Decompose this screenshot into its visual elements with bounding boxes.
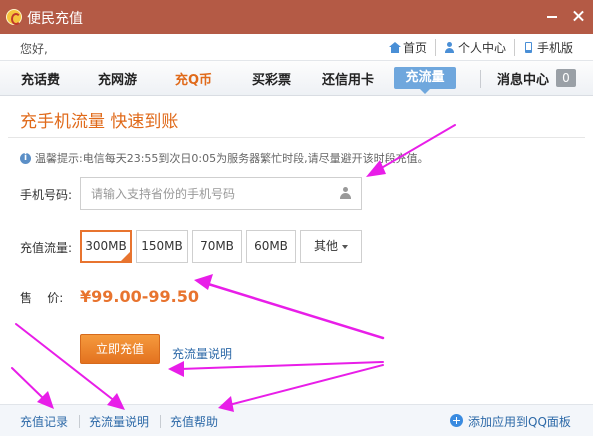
mobile-version-link[interactable]: 手机版 — [513, 38, 581, 56]
other-option-label: 其他 — [313, 239, 338, 253]
tab-online-games[interactable]: 充网游 — [98, 69, 137, 88]
contact-icon[interactable] — [339, 187, 352, 200]
price-value: ¥99.00-99.50 — [80, 287, 199, 306]
arrow-to-pay-button — [168, 361, 384, 377]
data-option-60mb[interactable]: 60MB — [246, 230, 296, 263]
user-icon — [444, 41, 455, 53]
price-label: 售 价: — [20, 291, 64, 305]
footer-bar: 充值记录 充流量说明 充值帮助 添加应用到QQ面板 — [0, 404, 593, 436]
phone-number-label: 手机号码: — [20, 188, 73, 202]
data-option-300mb[interactable]: 300MB — [80, 230, 132, 263]
add-to-qq-panel-link[interactable]: 添加应用到QQ面板 — [468, 413, 571, 430]
phone-icon — [523, 41, 534, 53]
notice-tip: i 温馨提示:电信每天23:55到次日0:05为服务器繁忙时段,请尽量避开该时段… — [20, 150, 429, 166]
user-center-link[interactable]: 个人中心 — [434, 38, 514, 56]
tab-credit-card[interactable]: 还信用卡 — [322, 69, 374, 88]
close-button[interactable] — [571, 9, 585, 23]
footer-divider — [160, 415, 161, 428]
footer-data-info-link[interactable]: 充流量说明 — [89, 413, 149, 430]
tab-q-coins[interactable]: 充Q币 — [175, 69, 212, 88]
data-option-other-dropdown[interactable]: 其他 — [300, 230, 362, 263]
data-info-link[interactable]: 充流量说明 — [172, 345, 232, 362]
home-link[interactable]: 首页 — [381, 39, 435, 56]
recharge-help-link[interactable]: 充值帮助 — [170, 413, 218, 430]
user-center-link-label: 个人中心 — [457, 40, 506, 55]
minimize-button[interactable] — [545, 9, 559, 23]
nav-divider — [480, 70, 481, 88]
app-logo-icon — [6, 9, 22, 25]
page-title: 充手机流量 快速到账 — [20, 112, 179, 132]
tab-lottery[interactable]: 买彩票 — [252, 69, 291, 88]
info-icon: i — [20, 152, 31, 164]
tab-phone-bill[interactable]: 充话费 — [21, 69, 60, 88]
message-count-badge[interactable]: 0 — [556, 69, 576, 87]
top-bar: 您好, 首页 个人中心 手机版 — [0, 34, 593, 60]
phone-number-input[interactable] — [81, 178, 331, 209]
window-title: 便民充值 — [27, 11, 83, 27]
tab-mobile-data[interactable]: 充流量 — [394, 67, 456, 94]
data-option-150mb[interactable]: 150MB — [136, 230, 188, 263]
home-icon — [388, 41, 401, 53]
arrow-to-recharge-history — [11, 367, 54, 409]
message-center-link[interactable]: 消息中心 — [497, 69, 549, 88]
add-icon[interactable] — [450, 414, 463, 427]
notice-text: 温馨提示:电信每天23:55到次日0:05为服务器繁忙时段,请尽量避开该时段充值… — [35, 152, 429, 165]
top-links: 首页 个人中心 手机版 — [381, 38, 581, 56]
phone-number-field[interactable] — [80, 177, 362, 210]
pay-now-button[interactable]: 立即充值 — [80, 334, 160, 364]
data-option-70mb[interactable]: 70MB — [192, 230, 242, 263]
chevron-down-icon — [342, 244, 348, 249]
arrow-to-price — [194, 274, 385, 340]
home-link-label: 首页 — [402, 40, 427, 55]
data-amount-label: 充值流量: — [20, 241, 73, 255]
greeting-text: 您好, — [20, 42, 48, 56]
mobile-version-link-label: 手机版 — [536, 40, 573, 55]
main-nav: 充话费 充网游 充Q币 买彩票 还信用卡 充流量 消息中心 0 — [0, 60, 593, 96]
footer-divider — [79, 415, 80, 428]
recharge-history-link[interactable]: 充值记录 — [20, 413, 68, 430]
title-divider — [8, 137, 585, 138]
title-bar: 便民充值 — [0, 0, 593, 34]
